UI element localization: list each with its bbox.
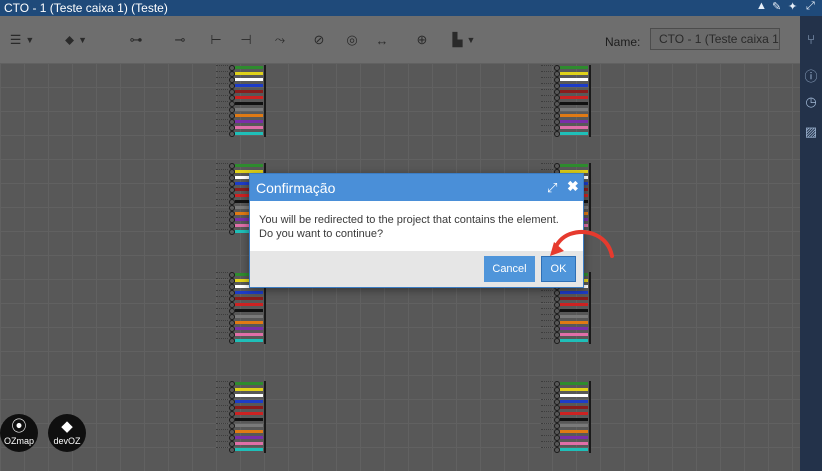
dialog-message: You will be redirected to the project th… xyxy=(259,213,574,241)
dialog-body: You will be redirected to the project th… xyxy=(250,201,583,251)
dialog-footer: Cancel OK xyxy=(250,251,583,287)
annotation-arrow-icon xyxy=(550,230,614,258)
cancel-button[interactable]: Cancel xyxy=(484,256,535,282)
dialog-message-line1: You will be redirected to the project th… xyxy=(259,214,559,226)
close-icon[interactable]: ✖ xyxy=(567,178,579,195)
ozmap-logo: ⦿ OZmap xyxy=(0,414,38,452)
location-pin-icon: ⦿ xyxy=(11,418,27,435)
cube-icon: ◆ xyxy=(61,418,73,435)
dialog-header: Confirmação ⤢ ✖ xyxy=(250,174,583,201)
dialog-title: Confirmação xyxy=(256,180,336,196)
confirmation-dialog: Confirmação ⤢ ✖ You will be redirected t… xyxy=(249,173,584,288)
dialog-message-line2: Do you want to continue? xyxy=(259,228,384,240)
expand-icon[interactable]: ⤢ xyxy=(547,180,557,196)
devoz-logo: ◆ devOZ xyxy=(48,414,86,452)
devoz-logo-text: devOZ xyxy=(53,436,81,446)
ozmap-logo-text: OZmap xyxy=(3,436,34,446)
